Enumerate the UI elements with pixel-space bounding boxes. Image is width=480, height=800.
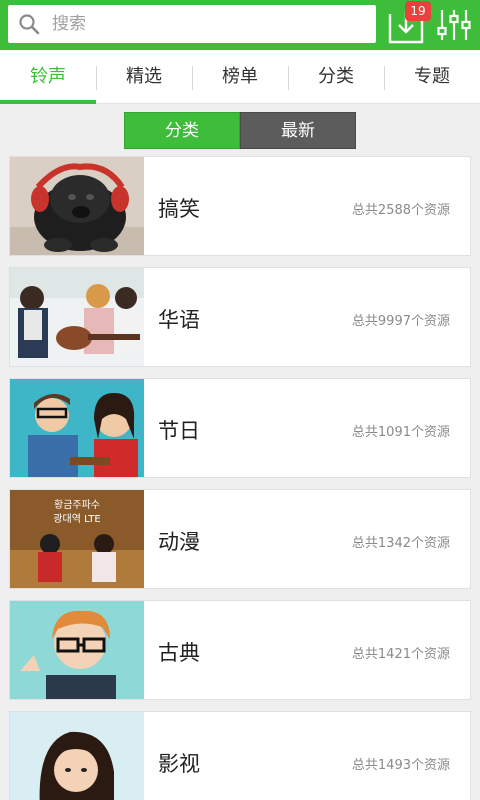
category-thumbnail xyxy=(10,712,144,800)
resource-count: 总共1091个资源 xyxy=(351,425,450,440)
segment-latest-button[interactable]: 最新 xyxy=(240,112,356,149)
segmented-control: 分类 最新 xyxy=(124,112,356,149)
top-bar: 19 xyxy=(0,0,480,50)
list-item[interactable]: 节日 总共1091个资源 xyxy=(9,378,471,478)
category-thumbnail xyxy=(10,601,144,699)
tab-topics[interactable]: 专题 xyxy=(384,50,480,104)
tab-ringtone[interactable]: 铃声 xyxy=(0,50,96,104)
category-thumbnail xyxy=(10,379,144,477)
tab-charts[interactable]: 榜单 xyxy=(192,50,288,104)
thumbnail-caption: 광대역 LTE xyxy=(53,513,100,525)
thumbnail-caption: 황금주파수 xyxy=(54,499,100,511)
search-input[interactable] xyxy=(52,9,362,39)
category-title: 华语 xyxy=(158,308,200,332)
category-thumbnail: 황금주파수 광대역 LTE xyxy=(10,490,144,588)
category-thumbnail xyxy=(10,268,144,366)
active-tab-indicator xyxy=(0,100,96,104)
category-title: 节日 xyxy=(158,419,200,443)
list-item[interactable]: 황금주파수 광대역 LTE 动漫 总共1342个资源 xyxy=(9,489,471,589)
resource-count: 总共2588个资源 xyxy=(351,203,450,218)
category-thumbnail xyxy=(10,157,144,255)
resource-count: 总共9997个资源 xyxy=(351,314,450,329)
list-item[interactable]: 古典 总共1421个资源 xyxy=(9,600,471,700)
tab-bar: 铃声 精选 榜单 分类 专题 xyxy=(0,50,480,104)
segment-category-button[interactable]: 分类 xyxy=(124,112,240,149)
category-title: 搞笑 xyxy=(158,197,200,221)
resource-count: 总共1342个资源 xyxy=(351,536,450,551)
resource-count: 总共1421个资源 xyxy=(351,647,450,662)
download-count-badge: 19 xyxy=(405,1,431,21)
search-box[interactable] xyxy=(8,5,376,43)
list-item[interactable]: 华语 总共9997个资源 xyxy=(9,267,471,367)
category-title: 影视 xyxy=(158,752,200,776)
equalizer-icon[interactable] xyxy=(436,6,472,44)
tab-featured[interactable]: 精选 xyxy=(96,50,192,104)
list-item[interactable]: 影视 总共1493个资源 xyxy=(9,711,471,800)
category-title: 动漫 xyxy=(158,530,200,554)
search-icon xyxy=(19,14,40,35)
list-item[interactable]: 搞笑 总共2588个资源 xyxy=(9,156,471,256)
category-title: 古典 xyxy=(158,641,200,665)
resource-count: 总共1493个资源 xyxy=(351,758,450,773)
tab-category[interactable]: 分类 xyxy=(288,50,384,104)
